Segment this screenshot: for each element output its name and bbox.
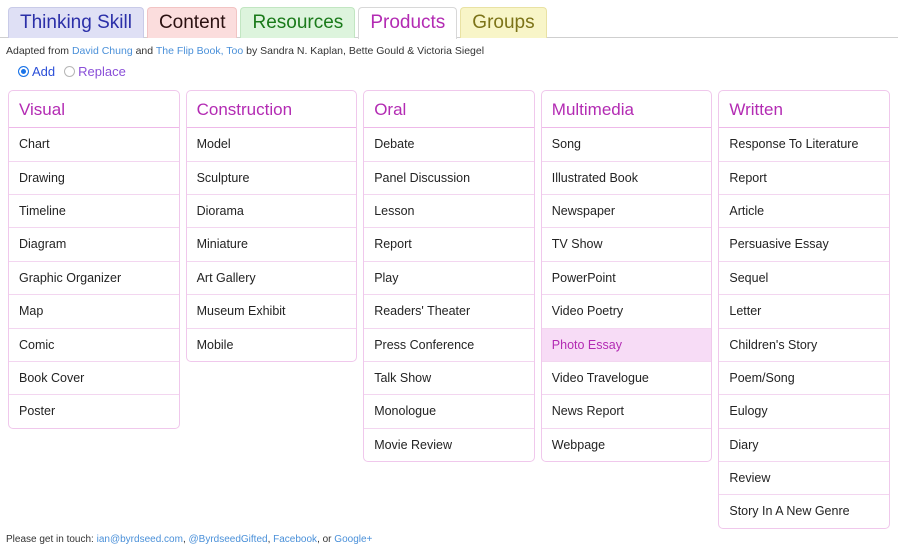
product-column-multimedia: Multimedia Song Illustrated Book Newspaper T…: [540, 89, 713, 463]
radio-label-replace: Replace: [78, 63, 126, 79]
column-title: Visual: [9, 91, 179, 129]
product-item[interactable]: Timeline: [9, 195, 179, 229]
product-item[interactable]: Webpage: [542, 429, 712, 461]
product-columns: Visual Chart Drawing Timeline Diagram Graphic…: [0, 79, 898, 529]
product-item[interactable]: Persuasive Essay: [719, 228, 889, 262]
product-item[interactable]: Review: [719, 462, 889, 496]
product-item[interactable]: Newspaper: [541, 195, 712, 229]
footer-link-google[interactable]: Google+: [334, 534, 372, 545]
product-item[interactable]: Talk Show: [364, 362, 534, 396]
product-item[interactable]: Book Cover: [9, 362, 179, 396]
tab-groups[interactable]: Groups: [460, 7, 547, 38]
radio-dot-replace-icon[interactable]: [64, 65, 76, 77]
product-item[interactable]: Diagram: [9, 228, 179, 262]
product-item[interactable]: Art Gallery: [186, 262, 357, 296]
product-item[interactable]: Report: [719, 162, 889, 196]
attribution-suffix: by Sandra N. Kaplan, Bette Gould & Victo…: [243, 45, 485, 57]
product-item[interactable]: Video Travelogue: [541, 362, 712, 396]
tab-resources[interactable]: Resources: [240, 7, 356, 38]
product-item[interactable]: Diary: [719, 429, 889, 463]
product-item[interactable]: Model: [186, 128, 357, 162]
attribution-line: Adapted from David Chung and The Flip Bo…: [0, 38, 898, 59]
attribution-prefix: Adapted from: [6, 45, 72, 57]
product-item[interactable]: Miniature: [186, 228, 357, 262]
footer-sep-3: , or: [317, 534, 335, 545]
product-column-visual: Visual Chart Drawing Timeline Diagram Graphic…: [8, 89, 180, 429]
product-item[interactable]: Museum Exhibit: [186, 295, 357, 329]
product-item[interactable]: Song: [541, 128, 712, 162]
radio-dot-add-icon[interactable]: [18, 65, 29, 77]
attribution-link-david-chung[interactable]: David Chung: [72, 45, 133, 57]
product-item[interactable]: Monologue: [364, 395, 534, 429]
product-item[interactable]: Poster: [9, 395, 179, 427]
product-item[interactable]: Mobile: [187, 329, 357, 361]
product-column-oral: Oral Debate Panel Discussion Lesson Report Pl…: [363, 89, 535, 463]
product-item[interactable]: Map: [9, 295, 179, 329]
product-item[interactable]: Readers' Theater: [364, 295, 534, 329]
product-item[interactable]: PowerPoint: [541, 262, 712, 296]
footer-link-email[interactable]: ian@byrdseed.com: [97, 534, 183, 545]
product-item[interactable]: Response To Literature: [719, 128, 889, 162]
column-title: Oral: [364, 91, 534, 129]
product-item[interactable]: Debate: [364, 128, 534, 162]
footer-link-twitter[interactable]: @ByrdseedGifted: [189, 534, 268, 545]
column-title: Written: [719, 91, 889, 129]
product-item[interactable]: Children's Story: [719, 329, 889, 362]
product-item[interactable]: Panel Discussion: [364, 162, 534, 196]
product-item[interactable]: Movie Review: [364, 429, 534, 461]
product-item[interactable]: Eulogy: [719, 395, 889, 429]
attribution-mid: and: [132, 45, 156, 57]
product-item[interactable]: Letter: [719, 295, 889, 329]
radio-option-replace[interactable]: Replace: [64, 64, 126, 79]
product-item[interactable]: Chart: [9, 128, 179, 162]
attribution-link-flip-book[interactable]: The Flip Book, Too: [156, 45, 243, 57]
radio-option-add[interactable]: Add: [18, 64, 55, 79]
product-item[interactable]: Story In A New Genre: [719, 495, 889, 527]
tab-products[interactable]: Products: [358, 7, 458, 39]
product-item[interactable]: Drawing: [9, 162, 179, 196]
product-item[interactable]: Graphic Organizer: [9, 262, 179, 296]
product-item[interactable]: Press Conference: [364, 329, 534, 362]
product-item[interactable]: News Report: [541, 395, 712, 429]
product-item[interactable]: Photo Essay: [541, 328, 712, 362]
column-title: Construction: [186, 91, 357, 129]
mode-radio-group: Add Replace: [0, 59, 898, 79]
product-item[interactable]: Poem/Song: [719, 362, 889, 396]
product-item[interactable]: Comic: [9, 329, 179, 362]
radio-label-add: Add: [32, 63, 56, 79]
footer-contact: Please get in touch: ian@byrdseed.com, @…: [0, 534, 898, 546]
footer-link-facebook[interactable]: Facebook: [273, 534, 317, 545]
tab-thinking-skill[interactable]: Thinking Skill: [8, 7, 144, 38]
product-item[interactable]: Video Poetry: [541, 295, 712, 329]
product-item[interactable]: Sculpture: [186, 162, 357, 196]
product-item[interactable]: Lesson: [364, 195, 534, 229]
product-column-written: Written Response To Literature Report Artic…: [718, 89, 890, 529]
product-item[interactable]: Article: [719, 195, 889, 229]
product-item[interactable]: Sequel: [719, 262, 889, 296]
product-item[interactable]: Illustrated Book: [541, 162, 712, 196]
product-item[interactable]: Play: [364, 262, 534, 296]
product-item[interactable]: TV Show: [541, 228, 712, 262]
product-column-construction: Construction Model Sculpture Diorama Miniatu…: [185, 89, 358, 362]
tab-content[interactable]: Content: [146, 7, 238, 38]
tab-bar: Thinking Skill Content Resources Products Gr…: [0, 0, 898, 39]
product-item[interactable]: Diorama: [186, 195, 357, 229]
footer-prefix: Please get in touch:: [6, 534, 97, 545]
product-item[interactable]: Report: [364, 228, 534, 262]
column-title: Multimedia: [541, 91, 712, 129]
